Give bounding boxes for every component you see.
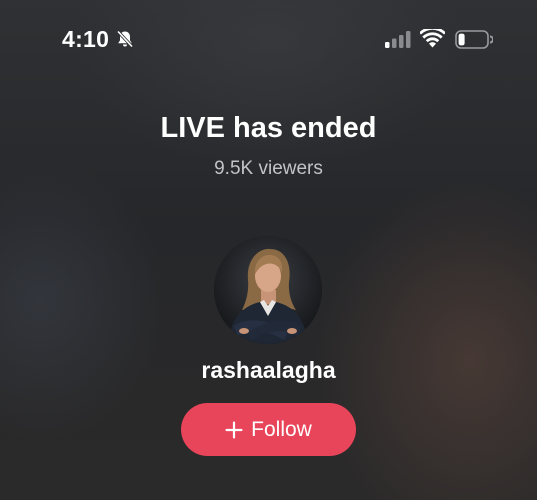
status-bar: 4:10 [0,0,537,80]
status-time: 4:10 [62,26,110,52]
battery-icon [455,30,494,49]
viewer-count: 9.5K viewers [214,158,323,179]
cellular-signal-icon [385,31,412,48]
follow-label: Follow [251,417,312,441]
plus-icon [225,421,243,438]
avatar[interactable] [214,236,322,344]
live-ended-screen: 4:10 LIVE has ended 9.5K viewers rashaal… [0,0,537,500]
bell-slash-icon [115,29,135,49]
wifi-icon [419,26,446,48]
live-ended-title: LIVE has ended [160,112,377,144]
username[interactable]: rashaalagha [0,357,537,384]
follow-button[interactable]: Follow [181,403,356,456]
